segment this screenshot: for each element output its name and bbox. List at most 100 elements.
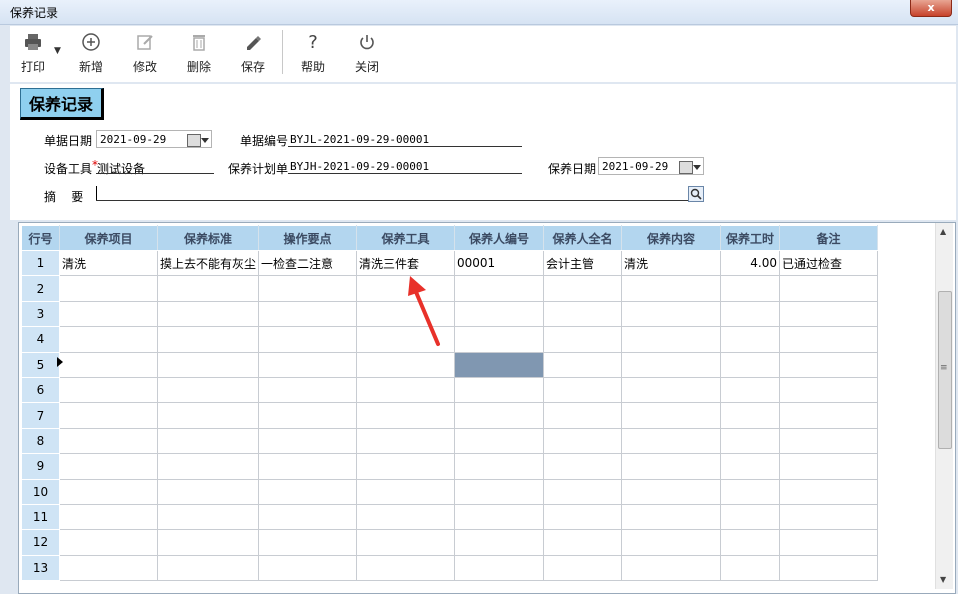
table-cell[interactable] — [59, 326, 158, 353]
table-cell[interactable] — [454, 275, 545, 302]
table-cell[interactable] — [720, 478, 781, 505]
table-cell[interactable] — [621, 300, 722, 328]
table-cell[interactable] — [720, 326, 781, 353]
selected-cell[interactable] — [454, 351, 545, 378]
table-cell[interactable]: 会计主管 — [543, 249, 623, 277]
vertical-scrollbar[interactable]: ▲ ≡ ▼ — [935, 223, 953, 589]
table-cell[interactable] — [543, 402, 623, 429]
row-number[interactable]: 11 — [21, 503, 60, 531]
save-button[interactable]: 保存 — [230, 32, 276, 80]
table-cell[interactable] — [543, 503, 623, 531]
table-cell[interactable] — [454, 376, 545, 404]
table-cell[interactable] — [543, 427, 623, 455]
table-cell[interactable] — [720, 427, 781, 455]
table-cell[interactable] — [779, 503, 879, 531]
table-cell[interactable] — [454, 478, 545, 505]
table-row[interactable]: 3 — [21, 300, 879, 328]
table-cell[interactable] — [621, 275, 722, 302]
table-cell[interactable] — [720, 351, 781, 378]
table-cell[interactable] — [59, 351, 158, 378]
table-cell[interactable] — [258, 300, 358, 328]
table-cell[interactable] — [454, 427, 545, 455]
column-header[interactable]: 保养人全名 — [543, 225, 623, 251]
table-cell[interactable] — [621, 478, 722, 505]
print-button[interactable]: ▼ 打印 — [10, 32, 61, 80]
column-header[interactable]: 保养人编号 — [454, 225, 545, 251]
table-cell[interactable] — [156, 478, 260, 505]
add-button[interactable]: 新增 — [68, 32, 114, 80]
table-cell[interactable] — [356, 351, 456, 378]
table-cell[interactable] — [543, 554, 623, 582]
row-number[interactable]: 2 — [21, 275, 60, 302]
table-cell[interactable] — [779, 326, 879, 353]
calendar-icon[interactable] — [679, 161, 693, 174]
table-cell[interactable] — [156, 402, 260, 429]
table-cell[interactable] — [356, 503, 456, 531]
table-cell[interactable] — [779, 427, 879, 455]
table-cell[interactable] — [356, 478, 456, 505]
table-cell[interactable] — [720, 300, 781, 328]
table-cell[interactable] — [258, 326, 358, 353]
table-row[interactable]: 13 — [21, 554, 879, 582]
doc-date-dropdown-icon[interactable] — [201, 138, 209, 143]
table-cell[interactable] — [621, 503, 722, 531]
row-number[interactable]: 13 — [21, 554, 60, 582]
table-cell[interactable] — [779, 554, 879, 582]
row-number[interactable]: 9 — [21, 453, 60, 480]
table-cell[interactable] — [454, 402, 545, 429]
table-cell[interactable] — [720, 554, 781, 582]
table-cell[interactable] — [454, 326, 545, 353]
maint-date-dropdown-icon[interactable] — [693, 165, 701, 170]
table-cell[interactable] — [720, 376, 781, 404]
row-number[interactable]: 5 — [21, 351, 60, 378]
table-cell[interactable] — [258, 554, 358, 582]
table-cell[interactable] — [156, 275, 260, 302]
table-cell[interactable] — [720, 402, 781, 429]
table-cell[interactable] — [454, 554, 545, 582]
table-cell[interactable] — [156, 529, 260, 556]
table-cell[interactable] — [258, 376, 358, 404]
table-cell[interactable] — [258, 453, 358, 480]
table-cell[interactable]: 清洗 — [59, 249, 158, 277]
table-cell[interactable] — [156, 453, 260, 480]
table-cell[interactable] — [258, 529, 358, 556]
table-cell[interactable] — [59, 478, 158, 505]
table-cell[interactable]: 一检查二注意 — [258, 249, 358, 277]
row-number[interactable]: 7 — [21, 402, 60, 429]
table-cell[interactable] — [454, 503, 545, 531]
table-cell[interactable] — [258, 478, 358, 505]
print-dropdown-icon[interactable]: ▼ — [54, 46, 61, 56]
table-cell[interactable]: 已通过检查 — [779, 249, 879, 277]
column-header[interactable]: 操作要点 — [258, 225, 358, 251]
table-cell[interactable] — [543, 529, 623, 556]
table-row[interactable]: 1 清洗 摸上去不能有灰尘 一检查二注意 清洗三件套 00001 会计主管 清洗 4.00 已通过… — [21, 249, 879, 277]
table-cell[interactable] — [59, 529, 158, 556]
scroll-up-icon[interactable]: ▲ — [940, 227, 946, 236]
table-cell[interactable] — [59, 376, 158, 404]
table-cell[interactable] — [59, 402, 158, 429]
table-row[interactable]: 9 — [21, 453, 879, 480]
table-cell[interactable] — [543, 453, 623, 480]
summary-field[interactable] — [96, 200, 688, 201]
help-button[interactable]: ? 帮助 — [290, 32, 336, 80]
table-row[interactable]: 11 — [21, 503, 879, 531]
table-cell[interactable] — [454, 529, 545, 556]
table-cell[interactable] — [454, 453, 545, 480]
table-cell[interactable] — [621, 376, 722, 404]
table-cell[interactable] — [156, 554, 260, 582]
table-cell[interactable] — [258, 351, 358, 378]
table-cell[interactable] — [59, 453, 158, 480]
calendar-icon[interactable] — [187, 134, 201, 147]
row-number[interactable]: 3 — [21, 300, 60, 328]
table-cell[interactable] — [621, 554, 722, 582]
table-cell[interactable] — [258, 402, 358, 429]
table-row[interactable]: 6 — [21, 376, 879, 404]
table-cell[interactable] — [779, 478, 879, 505]
table-cell[interactable] — [59, 503, 158, 531]
table-cell[interactable] — [356, 453, 456, 480]
table-cell[interactable] — [59, 300, 158, 328]
table-row[interactable]: 7 — [21, 402, 879, 429]
table-cell[interactable]: 4.00 — [720, 249, 781, 277]
table-cell[interactable] — [779, 529, 879, 556]
table-cell[interactable] — [779, 275, 879, 302]
